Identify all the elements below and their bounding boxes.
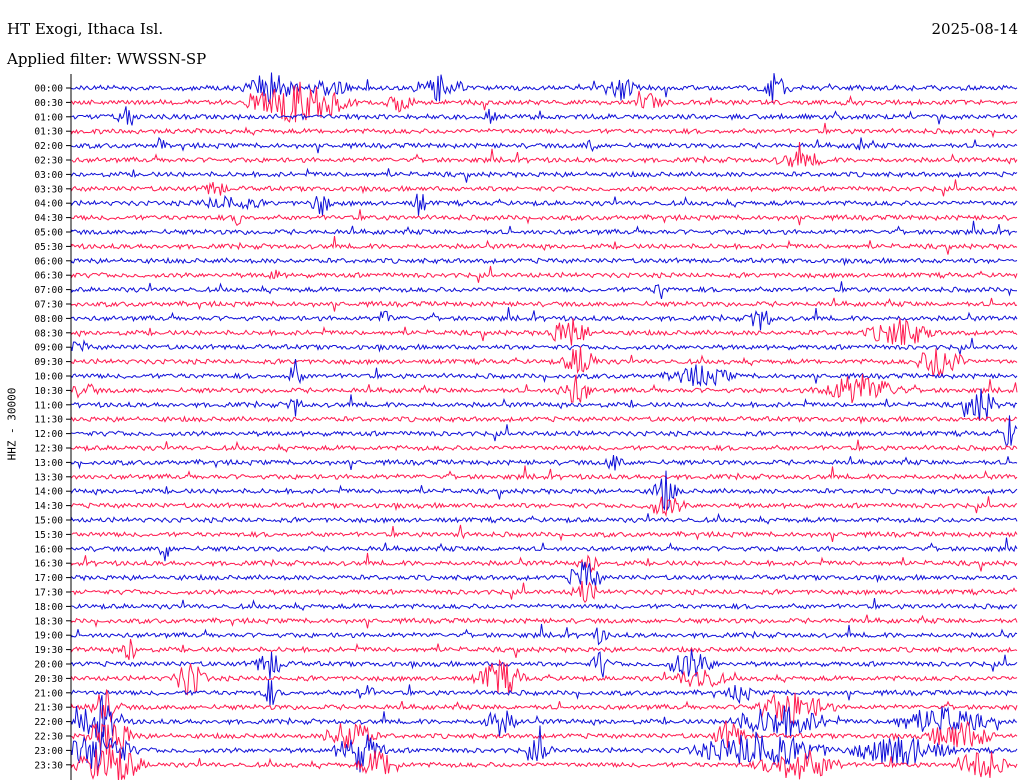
time-tick-label: 19:30 [34, 645, 63, 656]
trace-line [71, 179, 1018, 197]
trace-line [71, 106, 1018, 126]
time-tick-label: 03:00 [34, 170, 63, 181]
trace-line [71, 496, 1018, 518]
time-tick-label: 23:30 [34, 760, 63, 771]
time-tick-label: 09:30 [34, 357, 63, 368]
time-tick-label: 23:00 [34, 746, 63, 757]
time-tick-label: 08:00 [34, 314, 63, 325]
time-tick-label: 11:30 [34, 415, 63, 426]
trace-line [71, 136, 1018, 154]
time-tick-label: 19:00 [34, 631, 63, 642]
time-tick-label: 03:30 [34, 184, 63, 195]
trace-line [71, 552, 1018, 573]
time-tick-label: 21:00 [34, 688, 63, 699]
time-tick-label: 15:00 [34, 516, 63, 527]
trace-line [71, 439, 1018, 453]
time-tick-label: 20:00 [34, 660, 63, 671]
time-tick-label: 15:30 [34, 530, 63, 541]
time-tick-label: 01:00 [34, 112, 63, 123]
time-tick-label: 00:30 [34, 98, 63, 109]
trace-line [71, 623, 1018, 646]
trace-line [71, 524, 1018, 543]
time-tick-label: 06:30 [34, 271, 63, 282]
trace-line [71, 638, 1018, 660]
time-tick-label: 18:30 [34, 616, 63, 627]
time-tick-label: 04:30 [34, 213, 63, 224]
trace-line [71, 649, 1018, 680]
trace-line [71, 359, 1018, 388]
time-tick-label: 16:00 [34, 544, 63, 555]
time-tick-label: 07:30 [34, 300, 63, 311]
trace-line [71, 614, 1018, 629]
time-tick-label: 05:00 [34, 228, 63, 239]
trace-line [71, 561, 1018, 587]
time-tick-label: 11:00 [34, 400, 63, 411]
time-tick-label: 22:00 [34, 717, 63, 728]
time-tick-label: 00:00 [34, 84, 63, 95]
time-tick-label: 18:00 [34, 602, 63, 613]
time-tick-label: 17:00 [34, 573, 63, 584]
time-tick-label: 09:00 [34, 343, 63, 354]
time-tick-label: 14:00 [34, 487, 63, 498]
trace-line [71, 307, 1018, 331]
time-tick-label: 12:00 [34, 429, 63, 440]
time-tick-label: 08:30 [34, 328, 63, 339]
trace-line [71, 220, 1018, 236]
trace-line [71, 209, 1018, 227]
time-tick-label: 14:30 [34, 501, 63, 512]
trace-line [71, 318, 1018, 346]
trace-line [71, 598, 1018, 612]
trace-line [71, 265, 1018, 283]
time-tick-label: 20:30 [34, 674, 63, 685]
trace-line [71, 167, 1018, 183]
time-tick-label: 01:30 [34, 127, 63, 138]
trace-line [71, 373, 1018, 404]
trace-line [71, 337, 1018, 355]
seismogram-plot: 00:00 00:30 01:00 01:30 02:00 02:30 03:00 03:30… [34, 72, 1018, 780]
trace-line [71, 512, 1018, 525]
time-tick-label: 02:30 [34, 156, 63, 167]
trace-line [71, 281, 1018, 300]
time-tick-label: 06:00 [34, 256, 63, 267]
seismogram-traces [71, 72, 1018, 780]
trace-line [71, 465, 1018, 481]
trace-line [71, 256, 1018, 267]
time-tick-label: 07:00 [34, 285, 63, 296]
trace-line [71, 193, 1018, 216]
time-ticks: 00:00 00:30 01:00 01:30 02:00 02:30 03:00 03:30… [34, 84, 71, 771]
trace-line [71, 537, 1018, 562]
time-tick-label: 22:30 [34, 732, 63, 743]
time-tick-label: 02:00 [34, 141, 63, 152]
time-tick-label: 12:30 [34, 444, 63, 455]
time-tick-label: 05:30 [34, 242, 63, 253]
trace-line [71, 415, 1018, 425]
time-tick-label: 10:30 [34, 386, 63, 397]
trace-line [71, 297, 1018, 312]
trace-line [71, 679, 1018, 706]
time-tick-label: 17:30 [34, 588, 63, 599]
trace-line [71, 580, 1018, 604]
trace-line [71, 689, 1018, 726]
time-tick-label: 10:00 [34, 372, 63, 383]
time-tick-label: 13:30 [34, 472, 63, 483]
time-tick-label: 04:00 [34, 199, 63, 210]
trace-line [71, 122, 1018, 139]
trace-line [71, 346, 1018, 378]
time-tick-label: 13:00 [34, 458, 63, 469]
trace-line [71, 236, 1018, 255]
time-tick-label: 21:30 [34, 703, 63, 714]
time-tick-label: 16:30 [34, 559, 63, 570]
trace-line [71, 72, 1018, 105]
trace-line [71, 455, 1018, 471]
